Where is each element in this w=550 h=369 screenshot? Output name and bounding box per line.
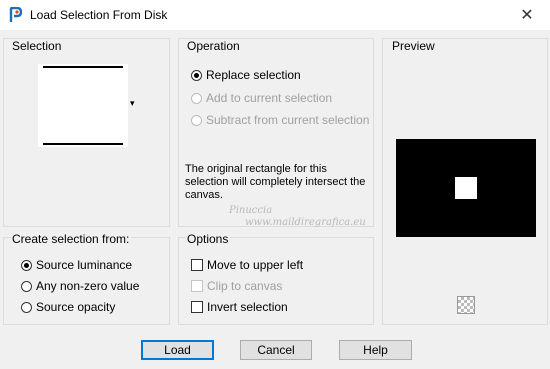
thumbnail-top-line [43,66,123,68]
title-bar: Load Selection From Disk ✕ [0,0,550,30]
load-button[interactable]: Load [141,340,214,360]
watermark: Pinuccia www.maildiregrafica.eu [205,205,366,229]
radio-dot [191,69,202,81]
checkbox-label: Move to upper left [207,258,304,272]
preview-selection-shape [455,177,477,199]
selection-dropdown-arrow-icon[interactable]: ▾ [130,98,135,109]
radio-source-opacity[interactable]: Source opacity [21,300,115,314]
preview-canvas [396,139,536,237]
checkbox-box [191,301,203,313]
radio-add-to-current-selection[interactable]: Add to current selection [191,91,332,105]
radio-any-non-zero-value[interactable]: Any non-zero value [21,279,139,293]
checkbox-label: Clip to canvas [207,279,283,293]
radio-label: Any non-zero value [36,279,140,293]
selection-thumbnail[interactable] [38,64,128,147]
radio-label: Source luminance [36,258,133,272]
watermark-name: Pinuccia [229,205,273,216]
radio-label: Add to current selection [206,91,333,105]
create-from-group-label: Create selection from: [12,232,132,246]
selection-group-label: Selection [12,39,62,53]
radio-dot [21,301,32,313]
transparency-toggle-icon[interactable] [457,296,475,314]
checkbox-clip-to-canvas[interactable]: Clip to canvas [191,279,282,293]
radio-replace-selection[interactable]: Replace selection [191,68,301,82]
radio-dot [21,280,32,292]
checkbox-move-to-upper-left[interactable]: Move to upper left [191,258,303,272]
close-button[interactable]: ✕ [504,0,550,30]
checkbox-invert-selection[interactable]: Invert selection [191,300,288,314]
watermark-url: www.maildiregrafica.eu [245,217,366,228]
app-icon [9,7,22,22]
close-icon: ✕ [520,7,534,24]
radio-dot [191,114,202,126]
options-group-label: Options [187,232,231,246]
help-button[interactable]: Help [339,340,412,360]
operation-group-label: Operation [187,39,240,53]
thumbnail-bottom-line [43,143,123,145]
radio-subtract-from-current-selection[interactable]: Subtract from current selection [191,113,369,127]
radio-label: Replace selection [206,68,301,82]
operation-description: The original rectangle for this selectio… [185,163,366,201]
checkbox-box [191,280,203,292]
radio-label: Source opacity [36,300,116,314]
cancel-button[interactable]: Cancel [240,340,312,360]
radio-source-luminance[interactable]: Source luminance [21,258,132,272]
window-title: Load Selection From Disk [30,8,168,22]
radio-dot [21,259,32,271]
radio-dot [191,92,202,104]
checkbox-box [191,259,203,271]
radio-label: Subtract from current selection [206,113,370,127]
preview-group-label: Preview [392,39,435,53]
checkbox-label: Invert selection [207,300,288,314]
